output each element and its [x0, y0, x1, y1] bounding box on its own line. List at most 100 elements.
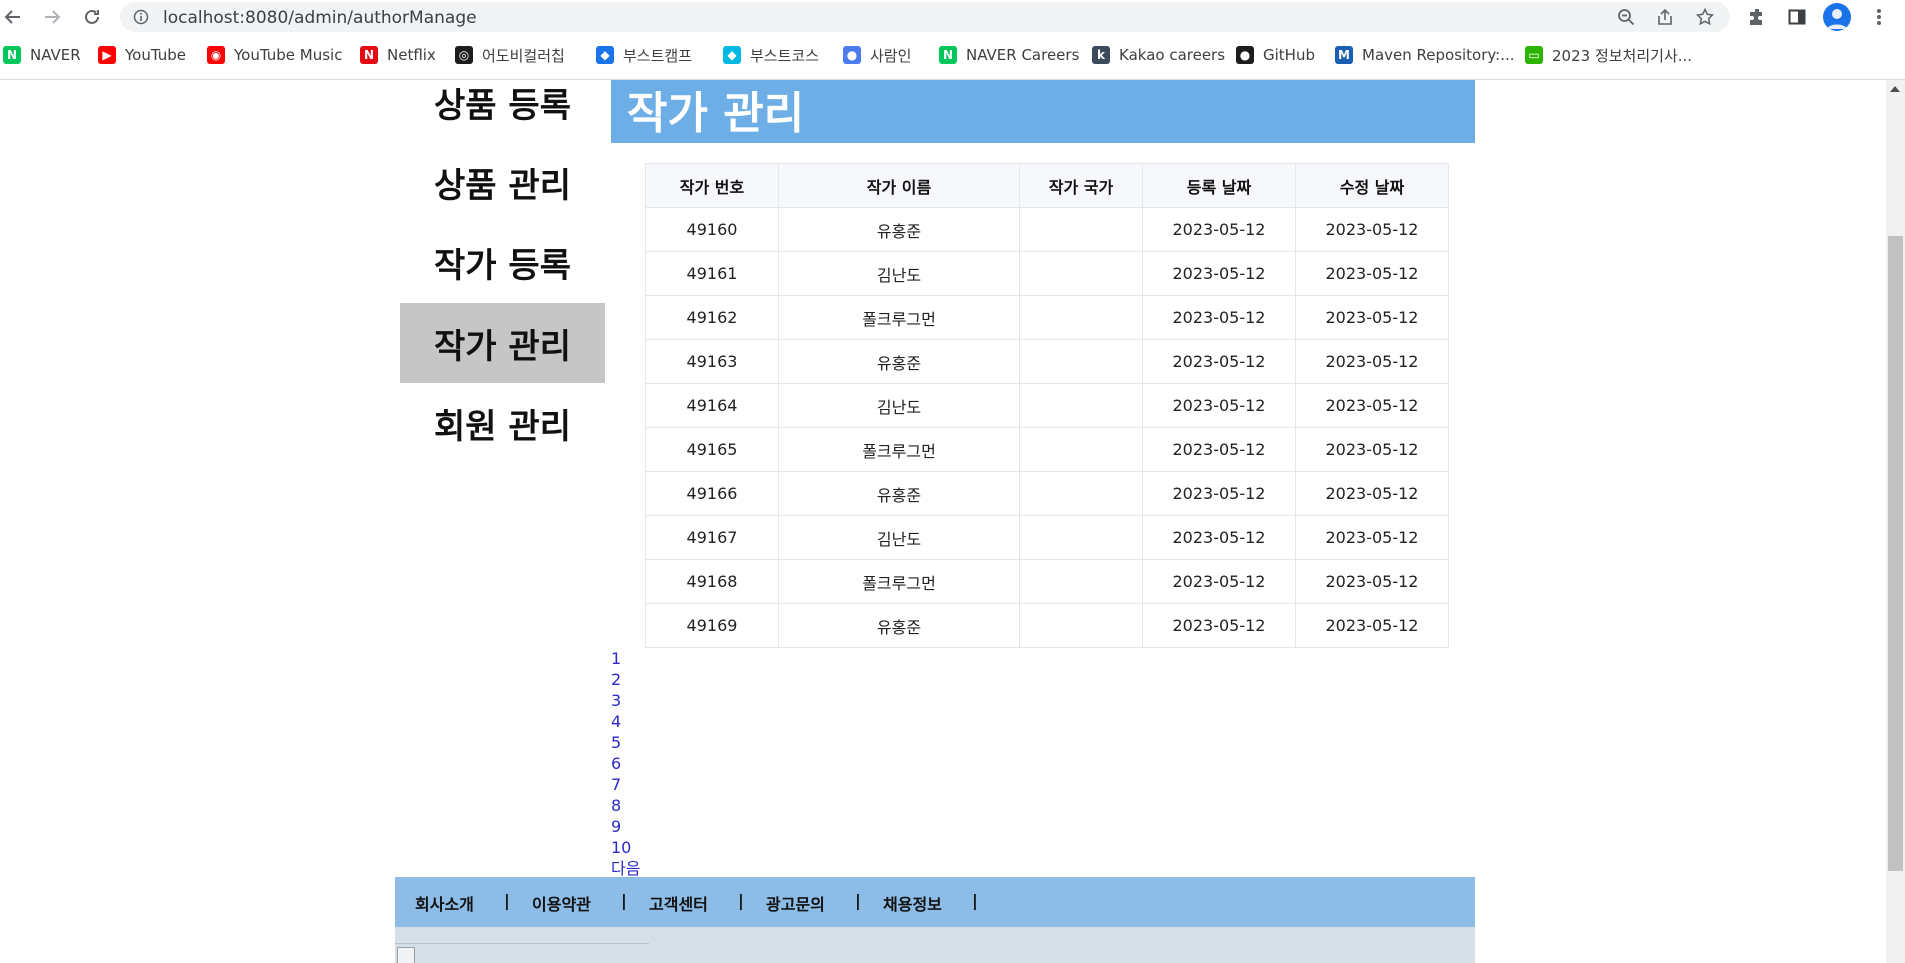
- cell-update-date: 2023-05-12: [1295, 427, 1449, 472]
- naver-careers-icon: N: [939, 46, 957, 64]
- cell-reg-date: 2023-05-12: [1142, 471, 1296, 516]
- cell-update-date: 2023-05-12: [1295, 559, 1449, 604]
- bookmark-item[interactable]: ◉ YouTube Music: [207, 44, 342, 66]
- zoom-icon[interactable]: [1616, 7, 1636, 27]
- menu-kebab-icon[interactable]: [1866, 4, 1892, 30]
- side-panel-icon[interactable]: [1784, 4, 1810, 30]
- bookmark-item[interactable]: ▶ YouTube: [98, 44, 186, 66]
- page-link[interactable]: 7: [611, 774, 640, 795]
- kakao-careers-icon: k: [1092, 46, 1110, 64]
- bookmark-item[interactable]: M Maven Repository:...: [1335, 44, 1515, 66]
- table-row: 49162 폴크루그먼 2023-05-12 2023-05-12: [645, 295, 1449, 340]
- bookmark-item[interactable]: ▭ 2023 정보처리기사...: [1525, 44, 1692, 66]
- footer-link-careers[interactable]: 채용정보: [883, 891, 942, 915]
- column-header-update-date: 수정 날짜: [1295, 163, 1449, 208]
- cell-update-date: 2023-05-12: [1295, 515, 1449, 560]
- footer-separator: |: [504, 891, 510, 910]
- cell-reg-date: 2023-05-12: [1142, 515, 1296, 560]
- footer-link-company[interactable]: 회사소개: [415, 891, 474, 915]
- cell-reg-date: 2023-05-12: [1142, 603, 1296, 648]
- url-text[interactable]: localhost:8080/admin/authorManage: [163, 8, 477, 28]
- cell-author-name: 폴크루그먼: [778, 427, 1020, 472]
- column-header-author-name: 작가 이름: [778, 163, 1020, 208]
- bookmark-item[interactable]: N NAVER Careers: [939, 44, 1079, 66]
- bookmark-label: 부스트코스: [750, 46, 820, 65]
- cell-author-name: 폴크루그먼: [778, 295, 1020, 340]
- cell-author-id: 49168: [645, 559, 779, 604]
- cell-reg-date: 2023-05-12: [1142, 339, 1296, 384]
- footer-link-terms[interactable]: 이용약관: [532, 891, 591, 915]
- bookmark-item[interactable]: N Netflix: [360, 44, 436, 66]
- bookmark-item[interactable]: N NAVER: [3, 44, 81, 66]
- bookmark-item[interactable]: ◎ 어도비컬러칩: [455, 44, 565, 66]
- bookmark-label: 2023 정보처리기사...: [1552, 46, 1693, 65]
- page-link[interactable]: 10: [611, 837, 640, 858]
- sidebar-item-product-register[interactable]: 상품 등록: [400, 80, 605, 142]
- cell-reg-date: 2023-05-12: [1142, 383, 1296, 428]
- next-page-link[interactable]: 다음: [611, 858, 640, 879]
- sidebar-item-product-manage[interactable]: 상품 관리: [400, 142, 605, 222]
- bookmark-label: 어도비컬러칩: [482, 46, 565, 65]
- forward-button[interactable]: [39, 4, 65, 30]
- bookmarks-bar: N NAVER ▶ YouTube ◉ YouTube Music N Netflix ◎ 어도비…: [0, 40, 1905, 70]
- bookmark-label: NAVER Careers: [966, 46, 1080, 64]
- sidebar-item-member-manage[interactable]: 회원 관리: [400, 383, 605, 463]
- saramin-icon: ●: [843, 46, 861, 64]
- sidebar-item-author-manage[interactable]: 작가 관리: [400, 303, 605, 383]
- table-row: 49163 유홍준 2023-05-12 2023-05-12: [645, 339, 1449, 384]
- share-icon[interactable]: [1655, 7, 1675, 27]
- pagination: 1 2 3 4 5 6 7 8 9 10 다음: [611, 648, 640, 879]
- cell-author-id: 49164: [645, 383, 779, 428]
- footer-link-support[interactable]: 고객센터: [649, 891, 708, 915]
- page-link[interactable]: 2: [611, 669, 640, 690]
- footer-logo-image: [397, 947, 415, 963]
- bookmark-label: YouTube Music: [234, 46, 343, 64]
- footer-separator: |: [972, 891, 978, 910]
- footer-link-ads[interactable]: 광고문의: [766, 891, 825, 915]
- extensions-icon[interactable]: [1744, 4, 1770, 30]
- page-link[interactable]: 4: [611, 711, 640, 732]
- cell-author-id: 49161: [645, 251, 779, 296]
- back-button[interactable]: [0, 4, 26, 30]
- page-link[interactable]: 6: [611, 753, 640, 774]
- bookmark-item[interactable]: ● GitHub: [1236, 44, 1315, 66]
- page-link[interactable]: 5: [611, 732, 640, 753]
- cell-author-name: 유홍준: [778, 471, 1020, 516]
- address-bar[interactable]: localhost:8080/admin/authorManage: [120, 2, 1730, 32]
- cell-author-name: 유홍준: [778, 207, 1020, 252]
- page-link[interactable]: 1: [611, 648, 640, 669]
- cell-author-name: 김난도: [778, 383, 1020, 428]
- cell-author-nation: [1019, 603, 1143, 648]
- boostcamp-icon: ◆: [596, 46, 614, 64]
- scroll-up-arrow-icon[interactable]: [1890, 86, 1900, 92]
- bookmark-item[interactable]: ● 사람인: [843, 44, 911, 66]
- bookmark-item[interactable]: ◆ 부스트캠프: [596, 44, 692, 66]
- sidebar-item-author-register[interactable]: 작가 등록: [400, 222, 605, 302]
- cell-author-nation: [1019, 339, 1143, 384]
- arrow-left-icon: [4, 10, 20, 24]
- table-row: 49165 폴크루그먼 2023-05-12 2023-05-12: [645, 427, 1449, 472]
- page-scrollbar[interactable]: [1886, 80, 1905, 963]
- youtube-icon: ▶: [98, 46, 116, 64]
- page-link[interactable]: 9: [611, 816, 640, 837]
- bookmark-item[interactable]: ◆ 부스트코스: [723, 44, 819, 66]
- table-row: 49160 유홍준 2023-05-12 2023-05-12: [645, 207, 1449, 252]
- reload-icon: [85, 9, 99, 24]
- reload-button[interactable]: [79, 4, 105, 30]
- star-icon[interactable]: [1695, 7, 1715, 27]
- cell-author-id: 49167: [645, 515, 779, 560]
- scroll-thumb[interactable]: [1888, 236, 1903, 871]
- cell-reg-date: 2023-05-12: [1142, 251, 1296, 296]
- info-icon[interactable]: [133, 9, 149, 29]
- bookmark-label: 부스트캠프: [623, 46, 693, 65]
- profile-avatar[interactable]: [1823, 3, 1851, 31]
- cell-author-id: 49169: [645, 603, 779, 648]
- bookmark-label: GitHub: [1263, 46, 1315, 64]
- page-link[interactable]: 3: [611, 690, 640, 711]
- page-link[interactable]: 8: [611, 795, 640, 816]
- cell-update-date: 2023-05-12: [1295, 383, 1449, 428]
- cell-author-id: 49163: [645, 339, 779, 384]
- footer-info: [395, 927, 1475, 963]
- bookmark-item[interactable]: k Kakao careers: [1092, 44, 1225, 66]
- cell-reg-date: 2023-05-12: [1142, 559, 1296, 604]
